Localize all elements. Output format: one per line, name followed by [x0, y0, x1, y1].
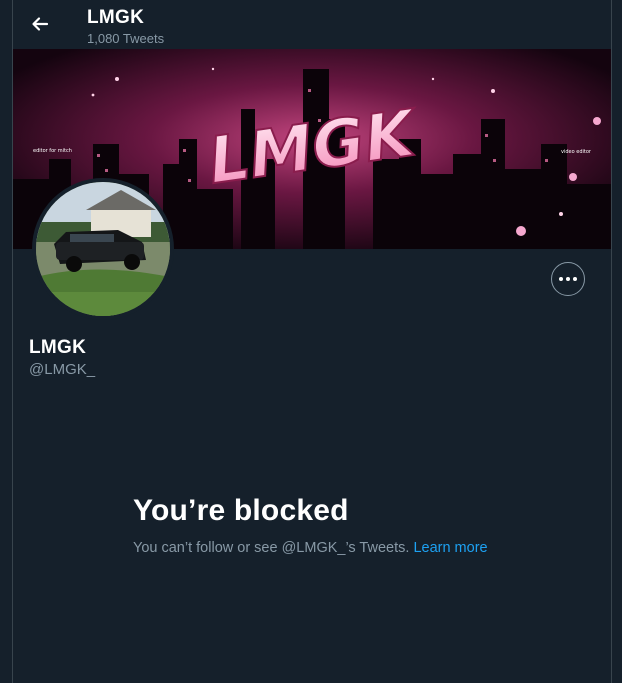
profile-header: LMGK 1,080 Tweets	[13, 0, 611, 49]
avatar-image	[36, 182, 170, 316]
tweet-count: 1,080 Tweets	[87, 31, 165, 46]
svg-text:video editor: video editor	[561, 149, 592, 155]
svg-text:editor for mitch: editor for mitch	[33, 148, 72, 154]
arrow-left-icon	[32, 17, 49, 31]
blocked-title: You’re blocked	[133, 494, 349, 527]
more-options-button[interactable]	[551, 262, 585, 296]
display-name: LMGK	[29, 337, 87, 358]
back-button[interactable]	[25, 9, 55, 39]
learn-more-link[interactable]: Learn more	[413, 540, 487, 556]
more-horizontal-icon	[558, 277, 579, 281]
header-title: LMGK	[87, 7, 145, 28]
blocked-message-text: You can’t follow or see @LMGK_’s Tweets.	[133, 540, 410, 556]
user-handle: @LMGK_	[29, 361, 96, 378]
profile-column: LMGK 1,080 Tweets LMGK editor for mitch …	[12, 0, 612, 683]
avatar[interactable]	[32, 178, 174, 320]
blocked-message: You can’t follow or see @LMGK_’s Tweets.…	[133, 540, 488, 556]
